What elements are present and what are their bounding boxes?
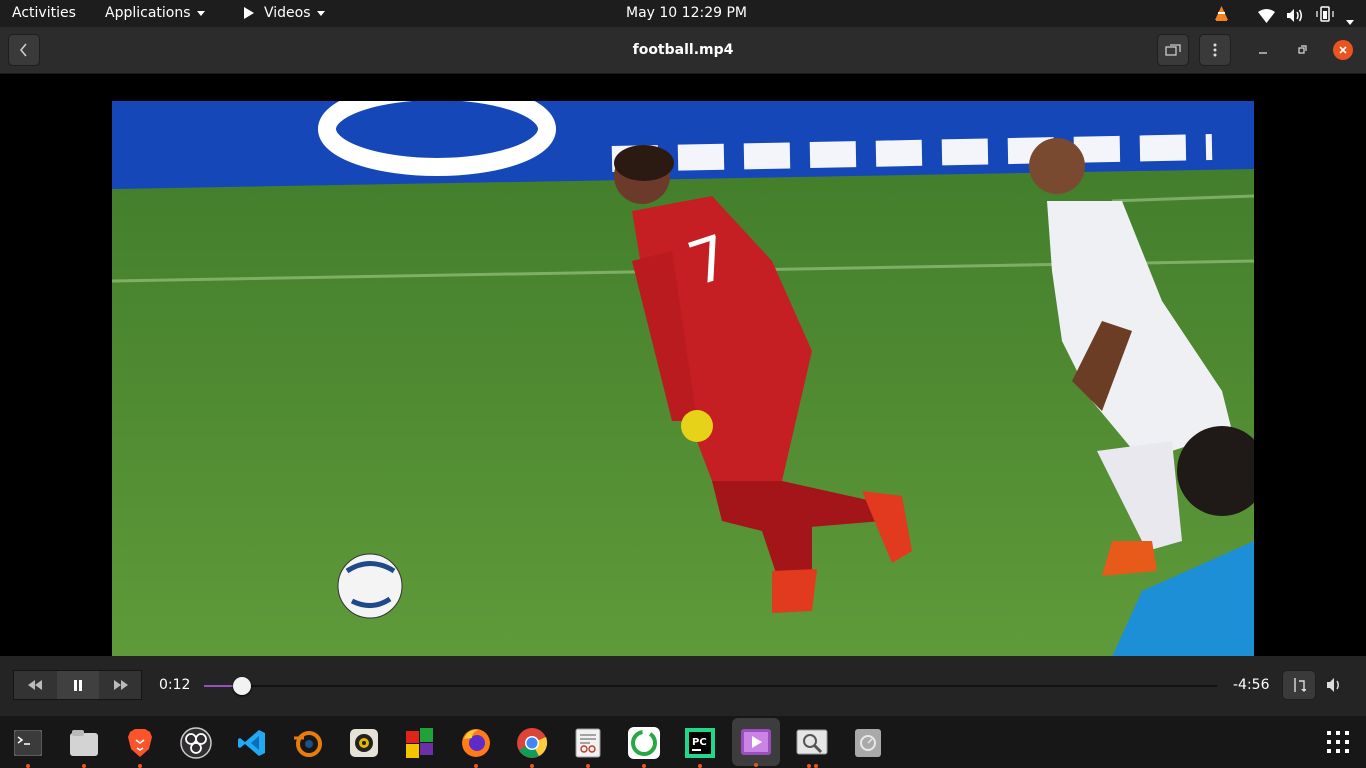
header-bar: football.mp4 [0, 27, 1366, 74]
activities-label: Activities [12, 5, 76, 21]
applications-menu[interactable]: Applications [105, 0, 205, 27]
video-frame[interactable]: 7 [112, 101, 1254, 657]
dock-app-firefox[interactable] [456, 723, 496, 768]
dock-app-image-viewer[interactable] [792, 723, 832, 768]
files-icon [70, 730, 98, 756]
seek-track [204, 685, 1217, 687]
app-menu-label: Videos [264, 5, 311, 21]
football [337, 553, 403, 619]
skip-back-icon [28, 680, 42, 690]
dock-app-terminal[interactable] [8, 723, 48, 768]
restore-icon [1298, 45, 1307, 54]
seek-handle[interactable] [233, 677, 251, 695]
volume-icon [1327, 678, 1339, 692]
image-viewer-icon [796, 729, 828, 755]
brave-icon [128, 729, 152, 757]
running-indicator [26, 764, 30, 768]
dock-app-budgie[interactable] [624, 723, 664, 768]
running-indicator [82, 764, 86, 768]
chevron-down-icon [196, 10, 205, 16]
volume-icon[interactable] [1286, 6, 1303, 22]
next-button[interactable] [100, 671, 142, 699]
running-indicator [642, 764, 646, 768]
running-indicator [807, 764, 811, 768]
system-menu[interactable] [1346, 9, 1354, 25]
dock-app-chrome[interactable] [512, 723, 552, 768]
close-icon [1339, 46, 1347, 54]
previous-button[interactable] [14, 671, 56, 699]
pycharm-icon: PC [685, 728, 715, 758]
minimize-icon [1259, 52, 1267, 54]
dock-app-document-viewer[interactable] [568, 723, 608, 768]
disk-icon [855, 729, 881, 757]
maximize-button[interactable] [1292, 40, 1312, 60]
battery-icon[interactable] [1315, 5, 1335, 22]
running-indicator [474, 764, 478, 768]
dock-app-obs[interactable] [176, 723, 216, 763]
dock-app-files[interactable] [64, 723, 104, 768]
obs-icon [180, 727, 212, 759]
dock-app-videos[interactable] [732, 718, 780, 767]
running-indicator [754, 763, 758, 767]
show-applications-button[interactable] [1327, 731, 1349, 753]
seek-bar[interactable] [204, 677, 1217, 695]
vlc-tray-icon[interactable] [1213, 5, 1230, 22]
volume-button[interactable] [1326, 677, 1344, 697]
pause-button[interactable] [57, 671, 99, 699]
minimize-button[interactable] [1253, 40, 1273, 60]
football-scene: 7 [112, 101, 1254, 657]
dock-app-vscode[interactable] [232, 723, 272, 763]
chevron-down-icon [1346, 19, 1354, 25]
wifi-icon[interactable] [1258, 6, 1275, 23]
clock-label: May 10 12:29 PM [626, 5, 747, 21]
budgie-icon [628, 727, 660, 759]
rotate-button[interactable] [1282, 670, 1316, 700]
running-indicator [698, 764, 702, 768]
screens-icon [1165, 44, 1181, 56]
videos-icon [741, 729, 771, 755]
vscode-icon [238, 730, 265, 756]
dock: PC [0, 716, 1366, 768]
transport-buttons [13, 670, 142, 700]
dock-app-blender[interactable] [288, 723, 328, 763]
pause-icon [74, 679, 82, 691]
remaining-time: -4:56 [1233, 677, 1270, 693]
running-indicator [530, 764, 534, 768]
activities-button[interactable]: Activities [12, 0, 76, 27]
kebab-menu-icon [1213, 43, 1217, 57]
playback-controls: 0:12 -4:56 [0, 656, 1366, 716]
color-app-icon [406, 728, 433, 758]
dock-app-rhythmbox[interactable] [344, 723, 384, 763]
rotate-icon [1294, 678, 1306, 692]
menu-button[interactable] [1199, 34, 1231, 66]
running-indicator [814, 764, 818, 768]
app-grid-icon [1327, 731, 1349, 753]
document-viewer-icon [575, 728, 601, 758]
video-area[interactable]: 7 [0, 74, 1366, 657]
chevron-down-icon [316, 10, 325, 16]
running-indicator [586, 764, 590, 768]
blender-icon [294, 731, 322, 757]
clock[interactable]: May 10 12:29 PM [626, 0, 747, 27]
applications-label: Applications [105, 5, 191, 21]
dock-app-pycharm[interactable]: PC [680, 723, 720, 768]
svg-text:PC: PC [692, 737, 707, 748]
chrome-icon [517, 728, 548, 758]
app-menu[interactable]: Videos [244, 0, 325, 27]
close-button[interactable] [1333, 40, 1353, 60]
rhythmbox-icon [350, 729, 378, 757]
skip-forward-icon [114, 680, 128, 690]
dock-app-color[interactable] [400, 723, 440, 763]
terminal-icon [14, 730, 42, 756]
firefox-icon [462, 729, 490, 757]
dock-app-brave[interactable] [120, 723, 160, 768]
elapsed-time: 0:12 [159, 677, 191, 693]
top-bar: Activities Applications Videos May 10 12… [0, 0, 1366, 27]
running-indicator [138, 764, 142, 768]
fullscreen-button[interactable] [1157, 34, 1189, 66]
dock-app-disk[interactable] [848, 723, 888, 763]
play-icon [244, 7, 254, 19]
